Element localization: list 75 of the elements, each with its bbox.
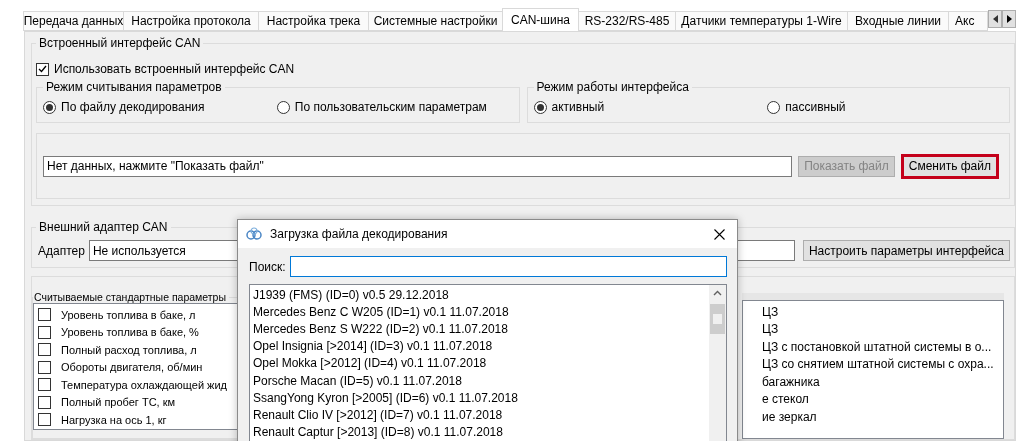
file-list-item[interactable]: Renault Clio IV [>2012] (ID=7) v0.1 11.07.2018 xyxy=(253,406,709,424)
checkbox[interactable] xyxy=(38,360,51,374)
file-list-item[interactable]: SsangYong Kyron [>2005] (ID=6) v0.1 11.07.2018 xyxy=(253,389,709,407)
change-file-button[interactable]: Сменить файл xyxy=(900,153,999,179)
radio-option[interactable]: По пользовательским параметрам xyxy=(276,96,511,118)
radio-label: По пользовательским параметрам xyxy=(294,100,487,114)
checkbox[interactable] xyxy=(36,62,49,76)
parameter-label: Уровень топлива в баке, л xyxy=(61,308,196,321)
list-item[interactable]: ЦЗ xyxy=(762,303,1003,321)
adapter-label: Адаптер xyxy=(38,243,85,258)
parameter-label: Уровень топлива в баке, % xyxy=(61,326,199,339)
scrollbar[interactable] xyxy=(709,285,726,441)
list-item[interactable]: ЦЗ со снятием штатной системы с охра... xyxy=(762,355,1003,373)
tab[interactable]: Датчики температуры 1-Wire xyxy=(675,11,848,31)
file-list-item[interactable]: Mercedes Benz C W205 (ID=1) v0.1 11.07.2018 xyxy=(253,303,709,321)
file-list-item[interactable]: Mercedes Benz S W222 (ID=2) v0.1 11.07.2018 xyxy=(253,320,709,338)
search-field[interactable] xyxy=(289,256,727,277)
radio-option[interactable]: активный xyxy=(533,96,768,118)
parameter-label: Нагрузка на ось 1, кг xyxy=(61,413,167,426)
group-title: Внешний адаптер CAN xyxy=(38,220,169,234)
left-arrow-icon xyxy=(992,15,998,23)
file-path-field[interactable]: Нет данных, нажмите "Показать файл" xyxy=(43,155,793,177)
checkbox[interactable] xyxy=(38,413,51,427)
checkbox[interactable] xyxy=(38,378,51,392)
file-list-item[interactable]: J1939 (FMS) (ID=0) v0.5 29.12.2018 xyxy=(253,286,709,304)
group-title: Режим считывания параметров xyxy=(45,80,223,94)
tab-scroll-left-button[interactable] xyxy=(988,10,1002,28)
list-item[interactable]: ЦЗ с постановкой штатной системы в о... xyxy=(762,338,1003,356)
right-arrow-icon xyxy=(1006,15,1012,23)
close-icon[interactable] xyxy=(714,228,725,240)
file-list-item[interactable]: Porsche Macan (ID=5) v0.1 11.07.2018 xyxy=(253,371,709,390)
checkbox-label: Использовать встроенный интерфейс CAN xyxy=(54,62,295,76)
radio-option[interactable]: По файлу декодирования xyxy=(43,96,277,118)
checkbox-option[interactable]: Использовать встроенный интерфейс CAN xyxy=(36,58,1010,80)
radio-button[interactable] xyxy=(43,100,56,114)
dialog-title: Загрузка файла декодирования xyxy=(270,227,449,241)
group-title: Встроенный интерфейс CAN xyxy=(38,36,202,50)
radio-button[interactable] xyxy=(767,100,781,114)
list-item[interactable]: ЦЗ xyxy=(762,320,1003,338)
tab[interactable]: Передача данных xyxy=(23,11,124,31)
radio-label: По файлу декодирования xyxy=(61,100,205,114)
tab-scroll-right-button[interactable] xyxy=(1002,10,1016,28)
parameter-label: Обороты двигателя, об/мин xyxy=(61,361,203,374)
list-item[interactable]: багажника xyxy=(762,373,1003,391)
scroll-up-icon[interactable] xyxy=(713,290,722,296)
parameter-label: Полный расход топлива, л xyxy=(61,343,197,356)
tab[interactable]: Входные линии xyxy=(847,11,949,31)
radio-label: активный xyxy=(551,100,605,114)
parameter-label: Полный пробег ТС, км xyxy=(61,396,176,409)
parameter-label: Температура охлаждающей жид xyxy=(61,378,228,391)
scroll-thumb[interactable] xyxy=(710,304,725,334)
radio-option[interactable]: пассивный xyxy=(767,96,1001,118)
radio-label: пассивный xyxy=(785,100,846,114)
tab[interactable]: RS-232/RS-485 xyxy=(578,11,676,31)
checkmark-icon xyxy=(38,65,47,73)
app-logo-icon xyxy=(246,227,262,241)
group-title: Режим работы интерфейса xyxy=(535,80,690,94)
radio-button[interactable] xyxy=(276,100,290,114)
checkbox[interactable] xyxy=(38,325,51,339)
tab[interactable]: Настройка протокола xyxy=(123,11,259,31)
tab[interactable]: Настройка трека xyxy=(258,11,369,31)
radio-button[interactable] xyxy=(533,100,547,114)
checkbox[interactable] xyxy=(38,308,51,322)
checkbox[interactable] xyxy=(38,343,51,357)
checkbox[interactable] xyxy=(38,395,51,409)
list-item[interactable]: ие зеркал xyxy=(762,408,1003,426)
configure-interface-button[interactable]: Настроить параметры интерфейса xyxy=(802,240,1010,261)
tab[interactable]: Акс xyxy=(948,11,988,31)
group-title: Считываемые стандартные параметры xyxy=(33,291,227,303)
tab[interactable]: Системные настройки xyxy=(368,11,503,31)
file-list-item[interactable]: Opel Insignia [>2014] (ID=3) v0.1 11.07.2018 xyxy=(253,337,709,355)
file-list-item[interactable]: Opel Mokka [>2012] (ID=4) v0.1 11.07.2018 xyxy=(253,354,709,372)
file-list-item[interactable]: Renault Captur [>2013] (ID=8) v0.1 11.07.2018 xyxy=(253,423,709,441)
list-item[interactable]: е стекол xyxy=(762,390,1003,408)
search-label: Поиск: xyxy=(249,259,286,274)
